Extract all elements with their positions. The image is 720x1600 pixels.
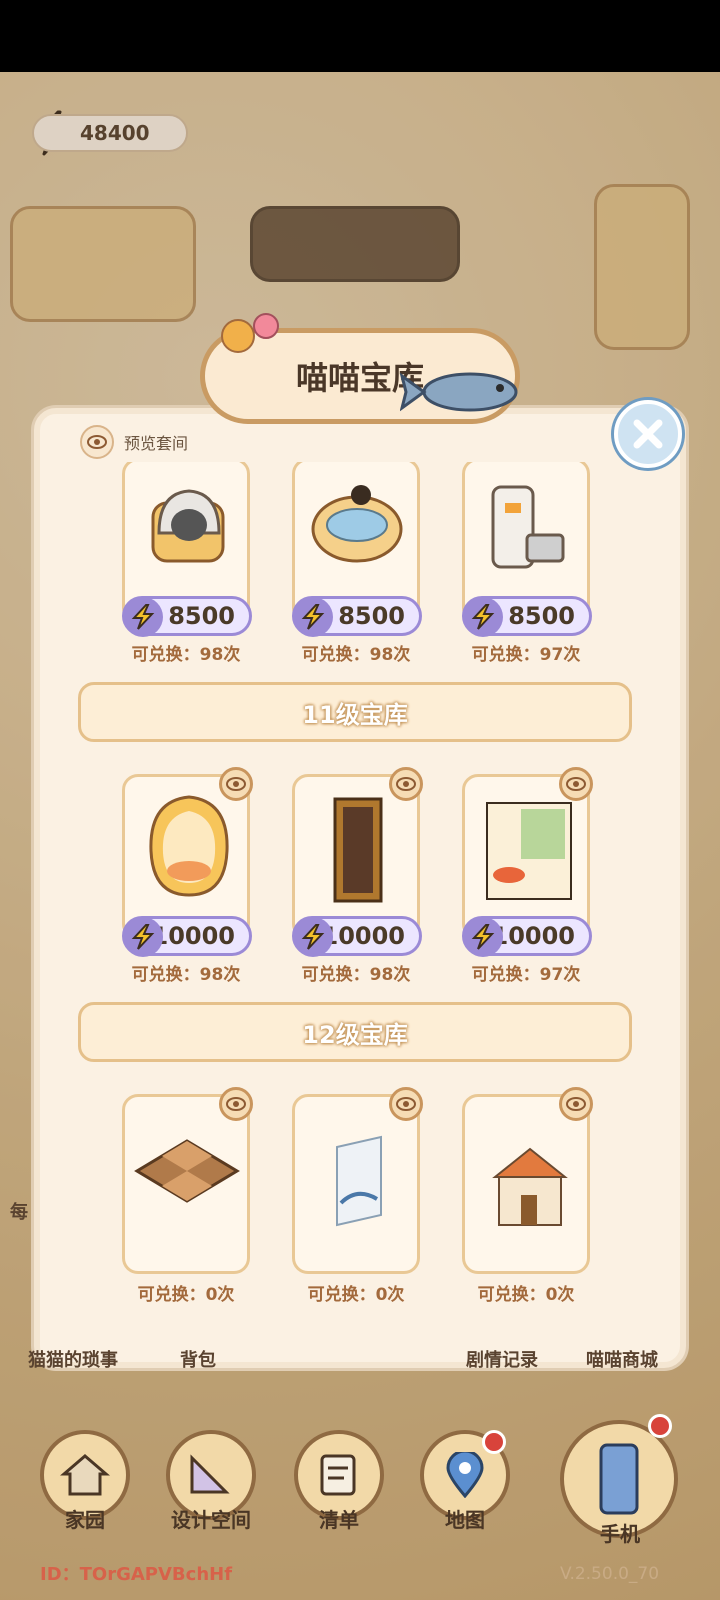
exchange-count: 可兑换：0次 (307, 1285, 405, 1305)
bolt-icon (293, 597, 333, 637)
flower-decoration-icon (221, 313, 279, 353)
exchange-count: 可兑换：0次 (137, 1285, 235, 1305)
price-value: 10000 (151, 922, 236, 950)
price-tag: 10000 (462, 916, 592, 957)
eye-icon[interactable] (219, 1087, 253, 1121)
close-icon (633, 419, 663, 449)
checker-floor-image (134, 1139, 240, 1203)
exchange-count: 可兑换：98次 (301, 965, 411, 985)
exchange-count: 可兑换：97次 (471, 645, 581, 665)
price-tag: 10000 (292, 916, 422, 957)
cat-bed-image (311, 485, 403, 563)
painting-image (333, 797, 383, 903)
phone-icon (599, 1443, 639, 1515)
status-bar (0, 0, 720, 72)
nav-home-label: 家园 (65, 1508, 105, 1532)
close-button[interactable] (614, 400, 682, 468)
title-banner: 喵喵宝库 (200, 313, 520, 428)
wall-art-image (336, 1135, 382, 1227)
preview-label: 预览套间 (124, 434, 189, 453)
litter-box-image (151, 489, 225, 563)
bolt-icon (463, 917, 503, 957)
preview-suite-button[interactable]: 预览套间 (80, 424, 188, 460)
window-room-image (486, 802, 572, 900)
bolt-icon (463, 597, 503, 637)
notification-dot (482, 1430, 506, 1454)
price-tag: 10000 (122, 916, 252, 957)
section-header-level-11: 11级宝库 (78, 682, 632, 742)
house-icon (60, 1454, 110, 1496)
item-card[interactable] (462, 1087, 593, 1274)
price-value: 8500 (338, 602, 405, 630)
exchange-count: 可兑换：98次 (131, 965, 241, 985)
ruler-icon (190, 1454, 230, 1494)
notification-dot (648, 1414, 672, 1438)
exchange-count: 可兑换：98次 (301, 645, 411, 665)
price-tag: 8500 (122, 596, 252, 637)
map-pin-icon (446, 1452, 484, 1498)
exchange-count: 可兑换：97次 (471, 965, 581, 985)
backpack-label[interactable]: 背包 (180, 1346, 216, 1372)
price-value: 10000 (491, 922, 576, 950)
section-header-level-12: 12级宝库 (78, 1002, 632, 1062)
exchange-count: 可兑换：98次 (131, 645, 241, 665)
eye-icon[interactable] (389, 1087, 423, 1121)
bolt-icon (293, 917, 333, 957)
feature-labels: 猫猫的琐事 背包 剧情记录 喵喵商城 (0, 1346, 720, 1378)
side-label: 每 (10, 1202, 28, 1223)
list-icon (320, 1454, 356, 1496)
stories-label[interactable]: 猫猫的琐事 (28, 1346, 118, 1372)
player-id: ID：TOrGAPVBchHf (40, 1564, 233, 1585)
eye-icon[interactable] (559, 1087, 593, 1121)
item-card[interactable] (122, 1087, 253, 1274)
price-value: 8500 (168, 602, 235, 630)
mall-label[interactable]: 喵喵商城 (586, 1346, 658, 1372)
cat-feeder-image (491, 485, 565, 569)
nav-list-label: 清单 (319, 1508, 359, 1532)
bolt-icon (123, 917, 163, 957)
nav-phone-label: 手机 (600, 1522, 640, 1546)
egg-chair-image (149, 795, 229, 897)
eye-icon[interactable] (389, 767, 423, 801)
price-value: 8500 (508, 602, 575, 630)
version-label: V.2.50.0_70 (560, 1564, 660, 1584)
bolt-icon (123, 597, 163, 637)
item-card[interactable] (292, 1087, 423, 1274)
castle-house-image (492, 1147, 568, 1226)
fish-icon (400, 372, 518, 412)
price-tag: 8500 (292, 596, 422, 637)
price-tag: 8500 (462, 596, 592, 637)
price-value: 10000 (321, 922, 406, 950)
eye-icon (80, 425, 114, 459)
treasury-list[interactable]: 8500 可兑换：98次 8500 可兑换：98次 8500 可兑换：97次 1… (46, 462, 674, 1352)
nav-design-label: 设计空间 (171, 1508, 251, 1532)
plot-records-label[interactable]: 剧情记录 (466, 1346, 538, 1372)
exchange-count: 可兑换：0次 (477, 1285, 575, 1305)
nav-map-label: 地图 (445, 1508, 485, 1532)
